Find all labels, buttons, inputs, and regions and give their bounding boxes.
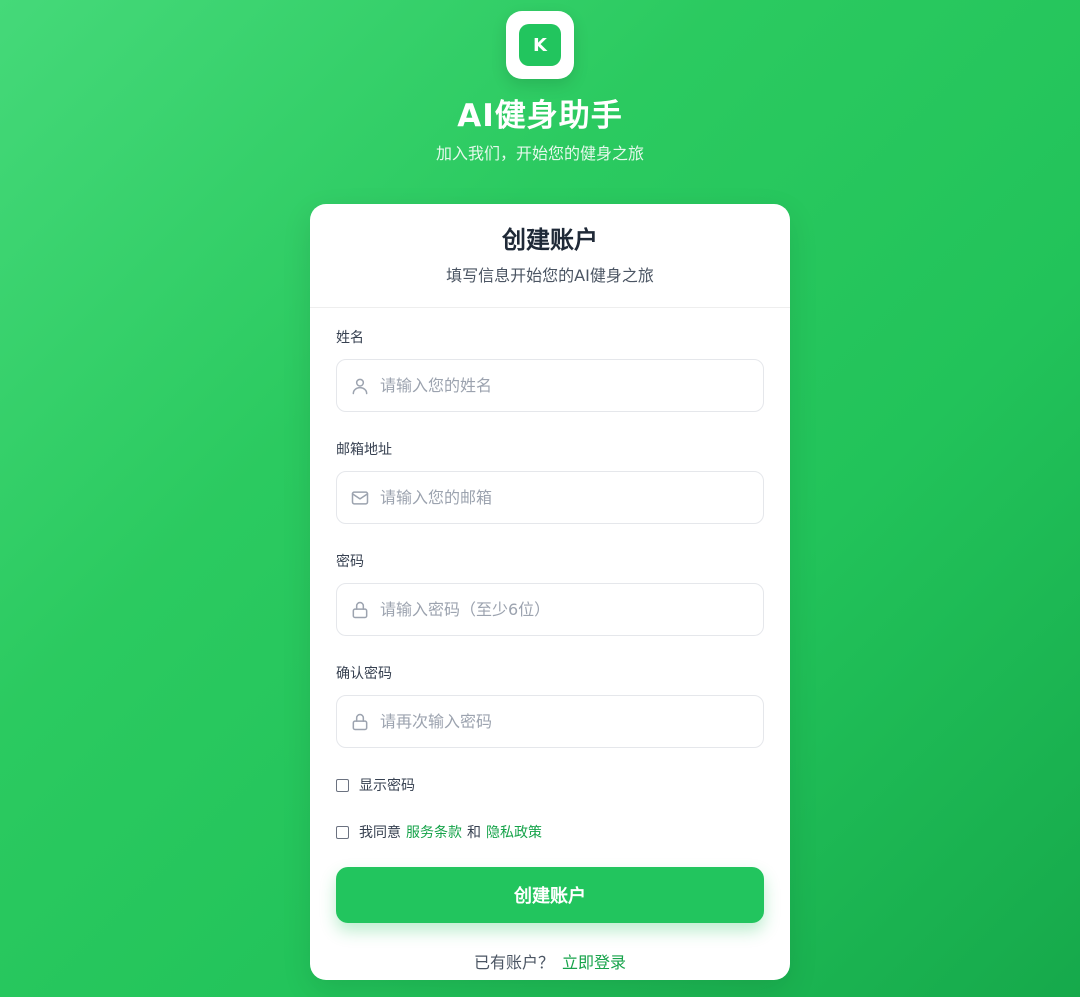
lock-icon: [352, 601, 368, 618]
confirm-password-field-group: 确认密码: [336, 664, 764, 748]
password-input-wrapper[interactable]: [336, 583, 764, 636]
card-subtitle: 填写信息开始您的AI健身之旅: [446, 266, 654, 285]
agree-prefix-text: 我同意: [359, 825, 401, 841]
mail-icon: [351, 490, 369, 505]
show-password-checkbox[interactable]: [336, 778, 349, 792]
show-password-label[interactable]: 显示密码: [359, 775, 415, 795]
app-title: AI健身助手: [457, 98, 623, 134]
password-label: 密码: [336, 554, 364, 570]
register-card: 创建账户 填写信息开始您的AI健身之旅 姓名 邮箱地址: [310, 204, 790, 980]
app-subtitle: 加入我们，开始您的健身之旅: [435, 144, 644, 163]
login-link[interactable]: 立即登录: [562, 953, 626, 972]
login-prompt-text: 已有账户？: [473, 953, 554, 972]
name-input[interactable]: [380, 376, 740, 395]
confirm-password-input-wrapper[interactable]: [336, 695, 764, 748]
email-field-group: 邮箱地址: [336, 440, 764, 524]
show-password-row[interactable]: 显示密码: [336, 775, 764, 795]
brand-header: K AI健身助手 加入我们，开始您的健身之旅: [0, 0, 1080, 166]
email-input-wrapper[interactable]: [336, 471, 764, 524]
register-form: 姓名 邮箱地址 密码: [310, 328, 790, 973]
user-icon: [352, 378, 368, 394]
email-input[interactable]: [380, 488, 740, 507]
logo-mark: K: [519, 24, 561, 66]
create-account-button[interactable]: 创建账户: [336, 867, 764, 923]
name-field-group: 姓名: [336, 328, 764, 412]
terms-link[interactable]: 服务条款: [406, 822, 462, 842]
card-header: 创建账户 填写信息开始您的AI健身之旅: [310, 204, 790, 308]
privacy-link[interactable]: 隐私政策: [486, 822, 542, 842]
password-input[interactable]: [380, 600, 740, 619]
confirm-password-input[interactable]: [380, 712, 740, 731]
card-title: 创建账户: [502, 226, 598, 254]
login-prompt-row: 已有账户？ 立即登录: [336, 949, 764, 973]
email-label: 邮箱地址: [336, 442, 392, 458]
and-text: 和: [467, 825, 481, 841]
name-input-wrapper[interactable]: [336, 359, 764, 412]
name-label: 姓名: [336, 330, 364, 346]
agree-terms-checkbox[interactable]: [336, 825, 349, 839]
agree-terms-row: 我同意 服务条款 和 隐私政策: [336, 822, 764, 842]
password-field-group: 密码: [336, 552, 764, 636]
confirm-password-label: 确认密码: [336, 666, 392, 682]
app-logo: K: [506, 11, 574, 79]
lock-icon: [352, 713, 368, 730]
